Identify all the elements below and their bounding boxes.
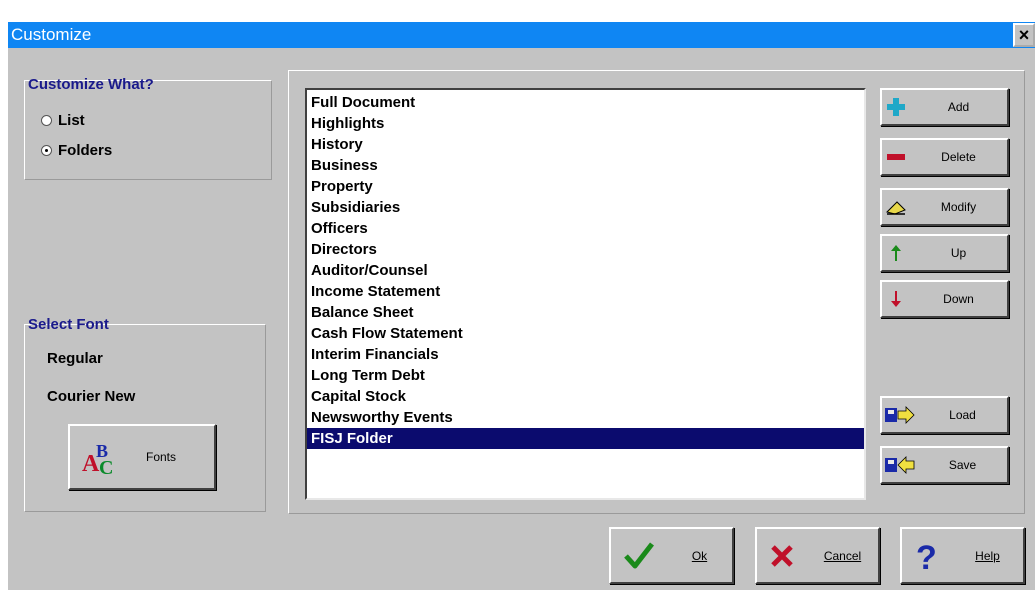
x-icon	[757, 544, 807, 568]
list-item[interactable]: Capital Stock	[307, 386, 864, 407]
modify-button-label: Modify	[940, 200, 977, 214]
customize-what-title: Customize What?	[28, 76, 154, 93]
plus-icon	[882, 98, 910, 116]
list-item[interactable]: Income Statement	[307, 281, 864, 302]
list-item[interactable]: Cash Flow Statement	[307, 323, 864, 344]
modify-button[interactable]: Modify	[880, 188, 1009, 226]
radio-list-label: List	[58, 112, 85, 129]
fonts-button[interactable]: A B C Fonts	[68, 424, 216, 490]
list-item[interactable]: Property	[307, 176, 864, 197]
radio-folders-label: Folders	[58, 142, 113, 159]
save-button[interactable]: Save	[880, 446, 1009, 484]
list-item[interactable]: Long Term Debt	[307, 365, 864, 386]
font-family-text: Courier New	[47, 388, 136, 405]
list-item[interactable]: FISJ Folder	[307, 428, 864, 449]
delete-button[interactable]: Delete	[880, 138, 1009, 176]
ok-button-label: Ok	[691, 548, 708, 563]
customize-dialog: Customize × Customize What? List Folders…	[8, 22, 1035, 590]
close-button[interactable]: ×	[1013, 23, 1035, 47]
fonts-icon: A B C	[70, 437, 130, 477]
add-button[interactable]: Add	[880, 88, 1009, 126]
title-bar: Customize ×	[8, 22, 1035, 48]
cancel-button-label: Cancel	[823, 548, 862, 563]
help-button[interactable]: ? Help	[900, 527, 1025, 584]
down-button-label: Down	[943, 292, 974, 306]
list-item[interactable]: Business	[307, 155, 864, 176]
list-item[interactable]: Newsworthy Events	[307, 407, 864, 428]
checkmark-icon	[611, 541, 667, 570]
arrow-up-icon	[882, 245, 910, 261]
list-item[interactable]: History	[307, 134, 864, 155]
up-button-label: Up	[950, 246, 967, 260]
folder-listbox[interactable]: Full Document Highlights History Business Pr…	[305, 88, 866, 500]
list-item[interactable]: Full Document	[307, 92, 864, 113]
down-button[interactable]: Down	[880, 280, 1009, 318]
radio-list-circle[interactable]	[41, 115, 52, 126]
font-style-text: Regular	[47, 350, 103, 367]
select-font-title: Select Font	[28, 316, 109, 333]
list-item[interactable]: Directors	[307, 239, 864, 260]
window-title: Customize	[11, 25, 92, 44]
up-button[interactable]: Up	[880, 234, 1009, 272]
load-button[interactable]: Load	[880, 396, 1009, 434]
save-icon	[882, 456, 918, 474]
load-icon	[882, 406, 918, 424]
question-mark-icon: ?	[902, 539, 952, 573]
radio-folders[interactable]: Folders	[41, 142, 112, 159]
save-button-label: Save	[948, 458, 977, 472]
fonts-button-label: Fonts	[146, 450, 177, 464]
svg-text:C: C	[99, 457, 113, 477]
minus-icon	[882, 153, 910, 161]
list-item[interactable]: Subsidiaries	[307, 197, 864, 218]
list-item[interactable]: Highlights	[307, 113, 864, 134]
add-button-label: Add	[947, 100, 970, 114]
delete-button-label: Delete	[941, 150, 976, 164]
cancel-button[interactable]: Cancel	[755, 527, 880, 584]
list-item[interactable]: Auditor/Counsel	[307, 260, 864, 281]
help-button-label: Help	[975, 548, 1000, 563]
svg-text:?: ?	[916, 539, 937, 573]
customize-what-group	[24, 80, 272, 180]
pencil-icon	[882, 198, 910, 216]
list-item[interactable]: Balance Sheet	[307, 302, 864, 323]
radio-folders-circle[interactable]	[41, 145, 52, 156]
radio-list[interactable]: List	[41, 112, 85, 129]
list-item[interactable]: Officers	[307, 218, 864, 239]
arrow-down-icon	[882, 291, 910, 307]
load-button-label: Load	[949, 408, 976, 422]
ok-button[interactable]: Ok	[609, 527, 734, 584]
list-item[interactable]: Interim Financials	[307, 344, 864, 365]
